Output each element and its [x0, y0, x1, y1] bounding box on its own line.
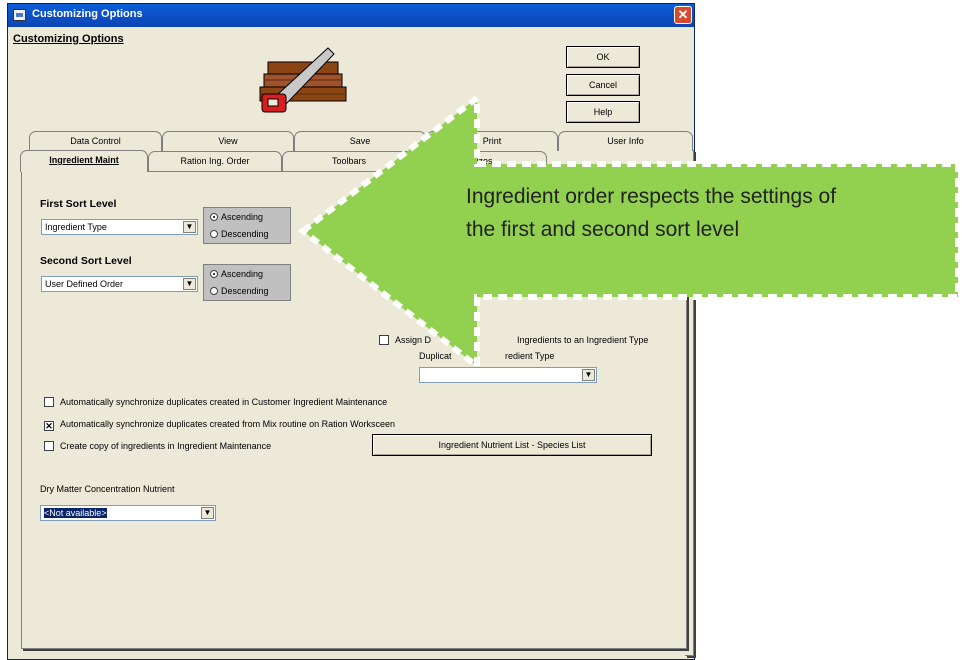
callout-arrow [298, 91, 961, 373]
callout-line-1: Ingredient order respects the settings o… [466, 185, 837, 208]
callout-line-2: the first and second sort level [466, 218, 740, 241]
tab-ingredient-maint[interactable]: Ingredient Maint [20, 150, 148, 172]
callout-text: Ingredient order respects the settings o… [466, 180, 956, 246]
